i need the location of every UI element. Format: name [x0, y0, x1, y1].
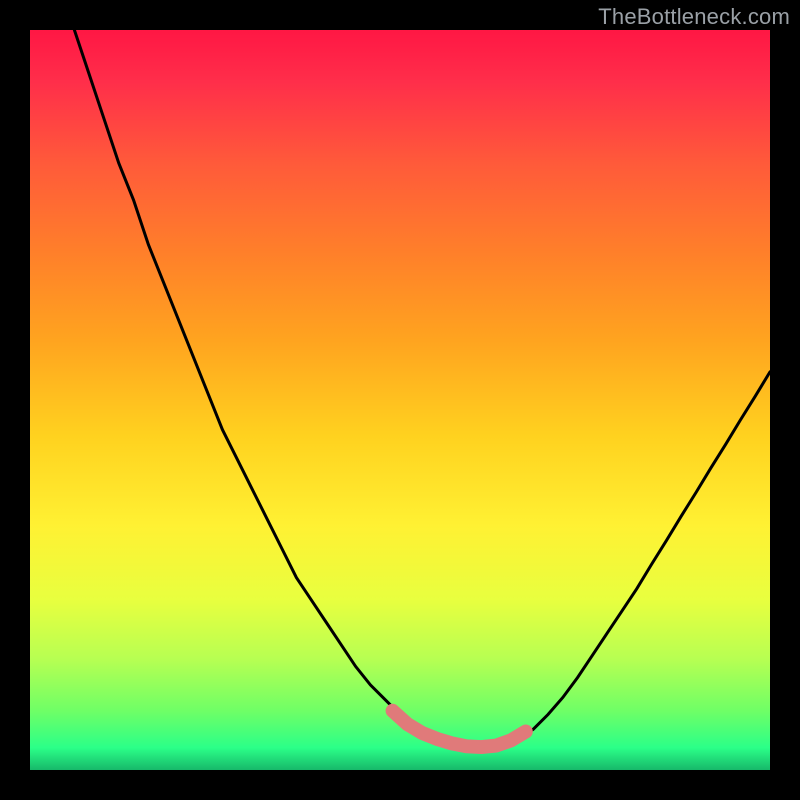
chart-frame: TheBottleneck.com — [0, 0, 800, 800]
bottleneck-chart-svg — [30, 30, 770, 770]
gradient-background — [30, 30, 770, 770]
plot-area — [30, 30, 770, 770]
watermark-text: TheBottleneck.com — [598, 4, 790, 30]
